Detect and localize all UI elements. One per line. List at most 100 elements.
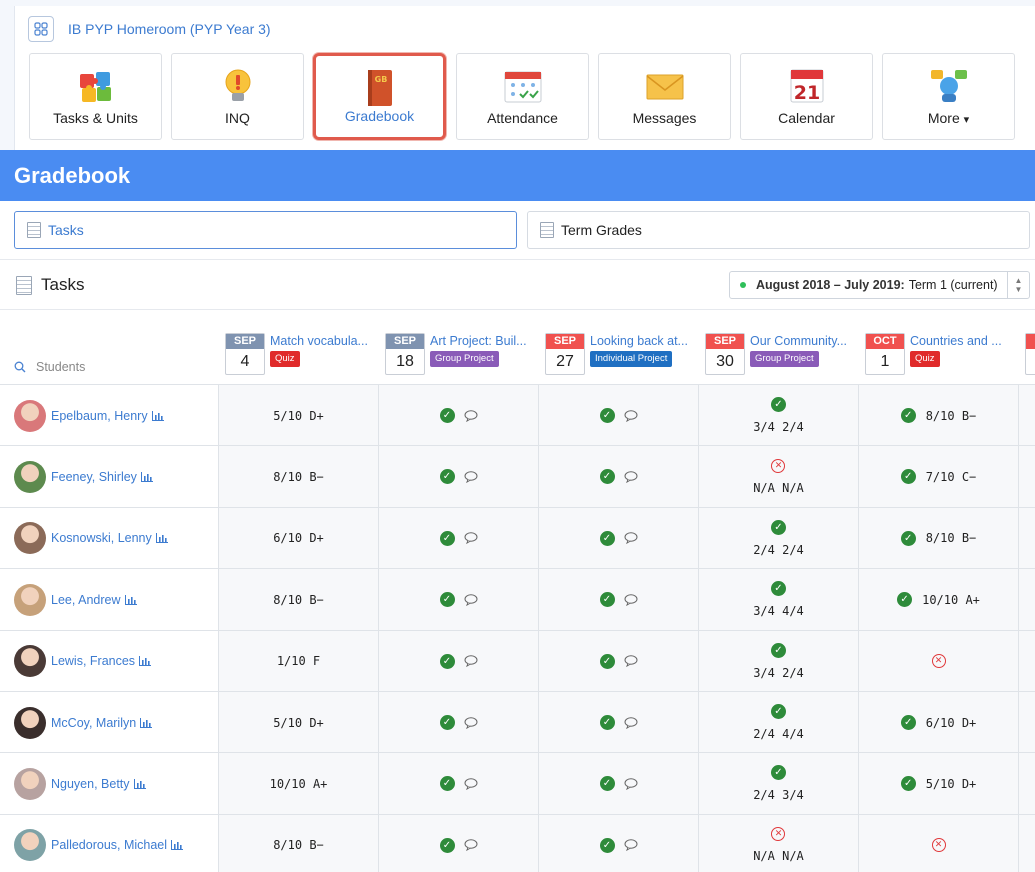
grade-cell[interactable]: 5/10 D+ — [218, 385, 378, 446]
grade-cell[interactable]: 6/10 D+ — [218, 507, 378, 569]
comment-icon[interactable] — [464, 778, 478, 790]
student-name-link[interactable]: Kosnowski, Lenny — [51, 531, 152, 545]
grade-cell[interactable]: ✓ — [378, 569, 538, 631]
app-gradebook[interactable]: GB Gradebook — [313, 53, 446, 140]
grade-cell[interactable]: ✓ — [378, 385, 538, 446]
student-name-link[interactable]: Feeney, Shirley — [51, 470, 137, 484]
grade-cell-partial[interactable] — [1018, 569, 1035, 631]
grade-cell[interactable]: ✓ — [538, 814, 698, 872]
task-column-header[interactable]: SEP 4 Match vocabula... Quiz — [218, 333, 378, 377]
comment-icon[interactable] — [624, 716, 638, 729]
grade-cell[interactable]: ✓ — [378, 814, 538, 872]
student-name-link[interactable]: McCoy, Marilyn — [51, 716, 136, 730]
grade-cell[interactable]: ✓ 6/10 D+ — [858, 692, 1018, 753]
grade-cell[interactable]: ✓ — [378, 507, 538, 569]
app-inq[interactable]: INQ — [171, 53, 304, 140]
comment-icon[interactable] — [464, 471, 478, 483]
grade-cell[interactable]: 1/10 F — [218, 630, 378, 692]
app-messages[interactable]: Messages — [598, 53, 731, 140]
app-calendar[interactable]: 21 Calendar — [740, 53, 873, 140]
student-name-link[interactable]: Palledorous, Michael — [51, 838, 167, 852]
comment-icon[interactable] — [624, 655, 638, 668]
grade-cell-partial[interactable] — [1018, 507, 1035, 569]
grade-cell[interactable]: 8/10 B− — [218, 814, 378, 872]
comment-icon[interactable] — [464, 839, 478, 852]
grade-cell[interactable]: ✓ — [378, 753, 538, 815]
app-attendance[interactable]: Attendance — [456, 53, 589, 140]
chart-bars-icon[interactable] — [139, 656, 152, 667]
class-name[interactable]: IB PYP Homeroom (PYP Year 3) — [68, 21, 271, 37]
grade-cell[interactable]: ✕ N/A N/A — [698, 446, 858, 508]
grade-cell[interactable]: 5/10 D+ — [218, 692, 378, 753]
grade-cell[interactable]: ✓ 2/4 2/4 — [698, 507, 858, 569]
grade-cell[interactable]: ✓ — [378, 630, 538, 692]
grade-cell[interactable]: ✓ 10/10 A+ — [858, 569, 1018, 631]
grade-cell[interactable]: ✓ 3/4 2/4 — [698, 630, 858, 692]
grade-cell-partial[interactable] — [1018, 692, 1035, 753]
grade-cell[interactable]: ✕ N/A N/A — [698, 814, 858, 872]
comment-icon[interactable] — [464, 716, 478, 729]
grade-cell[interactable]: ✕ — [858, 630, 1018, 692]
term-select[interactable]: August 2018 – July 2019: Term 1 (current… — [729, 271, 1030, 299]
students-column-header[interactable]: Students — [14, 360, 85, 374]
comment-icon[interactable] — [624, 532, 638, 545]
task-title-link[interactable]: Looking back at... — [590, 334, 694, 348]
app-tasks-units[interactable]: Tasks & Units — [29, 53, 162, 140]
task-title-link[interactable]: Match vocabula... — [270, 334, 374, 348]
grade-cell[interactable]: ✓ 3/4 2/4 — [698, 385, 858, 446]
student-name-link[interactable]: Lee, Andrew — [51, 593, 121, 607]
grade-cell[interactable]: ✓ 2/4 4/4 — [698, 692, 858, 753]
comment-icon[interactable] — [464, 655, 478, 668]
task-title-link[interactable]: Our Community... — [750, 334, 854, 348]
comment-icon[interactable] — [624, 409, 638, 422]
grade-cell[interactable]: ✓ — [378, 692, 538, 753]
task-column-header[interactable]: SEP 18 Art Project: Buil... Group Project — [378, 333, 538, 377]
grade-cell[interactable]: 8/10 B− — [218, 569, 378, 631]
chart-bars-icon[interactable] — [155, 533, 168, 544]
grade-cell[interactable]: ✓ — [538, 385, 698, 446]
grade-cell-partial[interactable] — [1018, 630, 1035, 692]
grade-cell[interactable]: ✕ — [858, 814, 1018, 872]
grade-cell[interactable]: ✓ 7/10 C− — [858, 446, 1018, 508]
chart-bars-icon[interactable] — [124, 594, 137, 605]
grade-cell[interactable]: 10/10 A+ — [218, 753, 378, 815]
grade-cell[interactable]: ✓ 3/4 4/4 — [698, 569, 858, 631]
comment-icon[interactable] — [624, 778, 638, 790]
comment-icon[interactable] — [464, 593, 478, 606]
grade-cell[interactable]: ✓ — [538, 692, 698, 753]
grade-cell-partial[interactable] — [1018, 446, 1035, 508]
comment-icon[interactable] — [624, 593, 638, 606]
tab-term-grades[interactable]: Term Grades — [527, 211, 1030, 249]
student-name-link[interactable]: Lewis, Frances — [51, 654, 135, 668]
grade-cell[interactable]: ✓ 5/10 D+ — [858, 753, 1018, 815]
grade-cell[interactable]: ✓ 8/10 B− — [858, 385, 1018, 446]
grade-cell[interactable]: ✓ — [538, 753, 698, 815]
grade-cell[interactable]: ✓ — [378, 446, 538, 508]
grade-cell[interactable]: 8/10 B− — [218, 446, 378, 508]
grade-cell-partial[interactable] — [1018, 814, 1035, 872]
chart-bars-icon[interactable] — [171, 840, 184, 851]
grade-cell[interactable]: ✓ 8/10 B− — [858, 507, 1018, 569]
grade-cell[interactable]: ✓ — [538, 569, 698, 631]
grade-cell[interactable]: ✓ — [538, 446, 698, 508]
grade-cell[interactable]: ✓ — [538, 630, 698, 692]
comment-icon[interactable] — [464, 532, 478, 545]
chart-bars-icon[interactable] — [133, 778, 146, 789]
task-title-link[interactable]: Countries and ... — [910, 334, 1014, 348]
task-column-header-partial[interactable] — [1018, 333, 1035, 377]
chart-bars-icon[interactable] — [151, 410, 164, 421]
grade-cell-partial[interactable] — [1018, 385, 1035, 446]
student-name-link[interactable]: Epelbaum, Henry — [51, 409, 148, 423]
task-column-header[interactable]: OCT 1 Countries and ... Quiz — [858, 333, 1018, 377]
student-name-link[interactable]: Nguyen, Betty — [51, 777, 130, 791]
task-column-header[interactable]: SEP 27 Looking back at... Individual Projec… — [538, 333, 698, 377]
grade-cell-partial[interactable] — [1018, 753, 1035, 815]
comment-icon[interactable] — [624, 839, 638, 852]
chart-bars-icon[interactable] — [140, 717, 153, 728]
task-column-header[interactable]: SEP 30 Our Community... Group Project — [698, 333, 858, 377]
task-title-link[interactable]: Art Project: Buil... — [430, 334, 534, 348]
comment-icon[interactable] — [624, 471, 638, 483]
apps-grid-icon[interactable] — [28, 16, 54, 42]
app-more[interactable]: More ▾ — [882, 53, 1015, 140]
class-title[interactable]: IB PYP Homeroom (PYP Year 3) — [28, 16, 271, 42]
